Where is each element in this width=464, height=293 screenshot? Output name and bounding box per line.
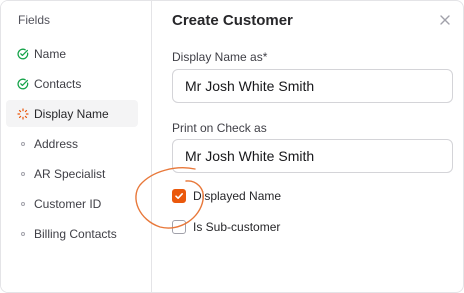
sidebar-item-ar-specialist[interactable]: AR Specialist	[6, 160, 138, 187]
sidebar-item-label: Customer ID	[34, 196, 102, 211]
display-name-label: Display Name as*	[172, 50, 268, 64]
sidebar-item-billing-contacts[interactable]: Billing Contacts	[6, 220, 138, 247]
sidebar-item-label: Billing Contacts	[34, 226, 117, 241]
dialog-main: Create Customer Display Name as* Print o…	[152, 1, 463, 292]
dot-icon	[17, 138, 29, 150]
print-on-check-input[interactable]	[172, 139, 453, 173]
dialog-title: Create Customer	[172, 12, 293, 29]
check-circle-icon	[17, 48, 29, 60]
display-name-input[interactable]	[172, 69, 453, 103]
check-circle-icon	[17, 78, 29, 90]
sidebar-title: Fields	[18, 13, 51, 27]
fields-sidebar: Fields Name Contacts Display Name Addres…	[1, 1, 152, 292]
sub-customer-checkbox[interactable]	[172, 220, 186, 234]
dot-icon	[17, 198, 29, 210]
displayed-name-label: Displayed Name	[193, 189, 282, 203]
sub-customer-label: Is Sub-customer	[193, 220, 281, 234]
dot-icon	[17, 228, 29, 240]
checkmark-icon	[175, 193, 183, 199]
print-on-check-label: Print on Check as	[172, 121, 267, 135]
dot-icon	[17, 168, 29, 180]
spinner-icon	[17, 107, 29, 120]
sidebar-item-label: Display Name	[34, 106, 109, 121]
sidebar-item-label: Name	[34, 46, 67, 61]
sidebar-item-display-name[interactable]: Display Name	[6, 100, 138, 127]
displayed-name-option[interactable]: Displayed Name	[172, 189, 281, 203]
sidebar-item-address[interactable]: Address	[6, 130, 138, 157]
sidebar-item-name[interactable]: Name	[6, 40, 138, 67]
sub-customer-option[interactable]: Is Sub-customer	[172, 220, 280, 234]
sidebar-item-label: Contacts	[34, 76, 82, 91]
sidebar-item-label: Address	[34, 136, 79, 151]
sidebar-item-contacts[interactable]: Contacts	[6, 70, 138, 97]
close-icon[interactable]	[438, 13, 452, 27]
create-customer-window: Fields Name Contacts Display Name Addres…	[0, 0, 464, 293]
sidebar-item-label: AR Specialist	[34, 166, 106, 181]
displayed-name-checkbox[interactable]	[172, 189, 186, 203]
sidebar-item-customer-id[interactable]: Customer ID	[6, 190, 138, 217]
